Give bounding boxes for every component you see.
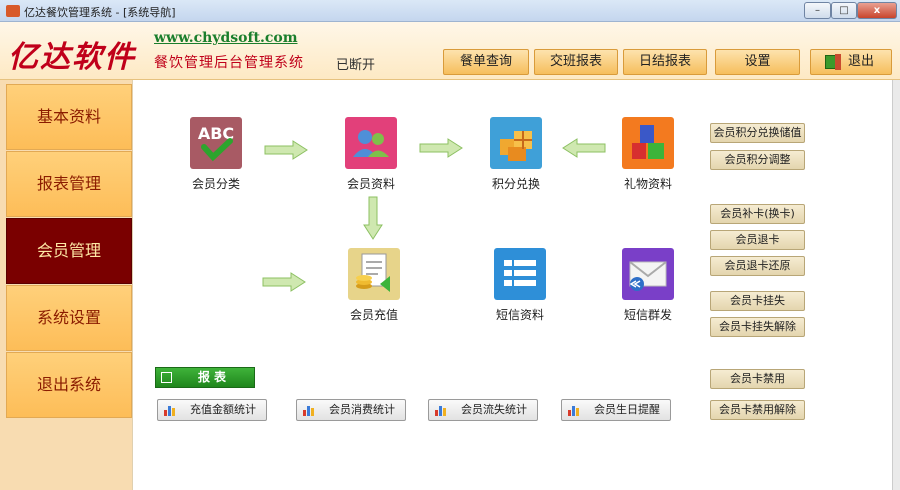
points-exchange-module[interactable]: 积分兑换 <box>471 117 561 192</box>
envelope-icon <box>622 248 674 300</box>
card-return-button[interactable]: 会员退卡 <box>710 230 805 250</box>
exit-button[interactable]: 退出 <box>810 49 892 75</box>
list-icon <box>494 248 546 300</box>
main-panel: ABC 会员分类 会员资料 积分兑换 礼物资料 会员充值 短信资料 短信群发 会… <box>132 80 892 490</box>
bar-chart-icon <box>568 404 582 416</box>
report-arrow-icon <box>161 372 172 383</box>
card-loss-button[interactable]: 会员卡挂失 <box>710 291 805 311</box>
gift-info-module[interactable]: 礼物资料 <box>603 117 693 192</box>
card-return-restore-button[interactable]: 会员退卡还原 <box>710 256 805 276</box>
exit-button-label: 退出 <box>847 54 874 69</box>
window-title: 亿达餐饮管理系统 - [系统导航] <box>24 6 176 19</box>
arrow-down-icon <box>363 196 383 240</box>
settings-button[interactable]: 设置 <box>715 49 800 75</box>
member-info-label: 会员资料 <box>346 177 395 191</box>
churn-stats-button[interactable]: 会员流失统计 <box>428 399 538 421</box>
churn-stats-label: 会员流失统计 <box>461 403 527 416</box>
consume-stats-button[interactable]: 会员消费统计 <box>296 399 406 421</box>
sidebar-item-system-settings[interactable]: 系统设置 <box>6 285 132 351</box>
connection-status: 已断开 <box>336 58 376 73</box>
bar-chart-icon <box>303 404 317 416</box>
sidebar-item-exit-system[interactable]: 退出系统 <box>6 352 132 418</box>
arrow-right-icon <box>264 140 308 160</box>
reports-section-label: 报表 <box>198 370 231 384</box>
birthday-reminder-button[interactable]: 会员生日提醒 <box>561 399 671 421</box>
arrow-right-icon <box>419 138 463 158</box>
sms-info-label: 短信资料 <box>495 308 544 322</box>
window-titlebar: 亿达餐饮管理系统 - [系统导航] – □ x <box>0 0 900 22</box>
app-icon <box>6 5 20 17</box>
minimize-button[interactable]: – <box>804 2 831 19</box>
vertical-scrollbar[interactable] <box>892 80 900 490</box>
points-adjust-button[interactable]: 会员积分调整 <box>710 150 805 170</box>
member-info-module[interactable]: 会员资料 <box>326 117 416 192</box>
birthday-reminder-label: 会员生日提醒 <box>594 403 660 416</box>
recharge-document-icon <box>348 248 400 300</box>
sms-broadcast-module[interactable]: 短信群发 <box>603 248 693 323</box>
gift-info-label: 礼物资料 <box>623 177 672 191</box>
bar-chart-icon <box>435 404 449 416</box>
sidebar-item-basic-info[interactable]: 基本资料 <box>6 84 132 150</box>
website-link[interactable]: www.chydsoft.com <box>154 30 298 46</box>
arrow-right-icon <box>262 272 306 292</box>
recharge-stats-button[interactable]: 充值金额统计 <box>157 399 267 421</box>
member-category-module[interactable]: ABC 会员分类 <box>171 117 261 192</box>
brand-logo: 亿达软件 <box>8 40 136 75</box>
points-exchange-label: 积分兑换 <box>491 177 540 191</box>
card-loss-cancel-button[interactable]: 会员卡挂失解除 <box>710 317 805 337</box>
member-recharge-label: 会员充值 <box>349 308 398 322</box>
card-disable-button[interactable]: 会员卡禁用 <box>710 369 805 389</box>
points-to-value-button[interactable]: 会员积分兑换储值 <box>710 123 805 143</box>
member-recharge-module[interactable]: 会员充值 <box>329 248 419 323</box>
consume-stats-label: 会员消费统计 <box>329 403 395 416</box>
sidebar: 基本资料 报表管理 会员管理 系统设置 退出系统 <box>0 80 132 490</box>
abc-check-icon: ABC <box>190 117 242 169</box>
sms-info-module[interactable]: 短信资料 <box>475 248 565 323</box>
system-title: 餐饮管理后台管理系统 <box>154 55 304 71</box>
card-replace-button[interactable]: 会员补卡(换卡) <box>710 204 805 224</box>
card-disable-cancel-button[interactable]: 会员卡禁用解除 <box>710 400 805 420</box>
daily-report-button[interactable]: 日结报表 <box>623 49 707 75</box>
member-category-label: 会员分类 <box>191 177 240 191</box>
arrow-left-icon <box>562 138 606 158</box>
sms-broadcast-label: 短信群发 <box>623 308 672 322</box>
maximize-button[interactable]: □ <box>831 2 857 19</box>
shift-report-button[interactable]: 交班报表 <box>534 49 618 75</box>
reports-section-header: 报表 <box>155 367 255 388</box>
colored-cubes-icon <box>622 117 674 169</box>
gift-boxes-icon <box>490 117 542 169</box>
bar-chart-icon <box>164 404 178 416</box>
close-button[interactable]: x <box>857 2 897 19</box>
exit-door-icon <box>825 54 841 70</box>
order-query-button[interactable]: 餐单查询 <box>443 49 529 75</box>
sidebar-item-reports[interactable]: 报表管理 <box>6 151 132 217</box>
sidebar-item-member-management[interactable]: 会员管理 <box>6 218 132 284</box>
app-header: 亿达软件 www.chydsoft.com 餐饮管理后台管理系统 已断开 餐单查… <box>0 22 900 80</box>
members-icon <box>345 117 397 169</box>
recharge-stats-label: 充值金额统计 <box>190 403 256 416</box>
